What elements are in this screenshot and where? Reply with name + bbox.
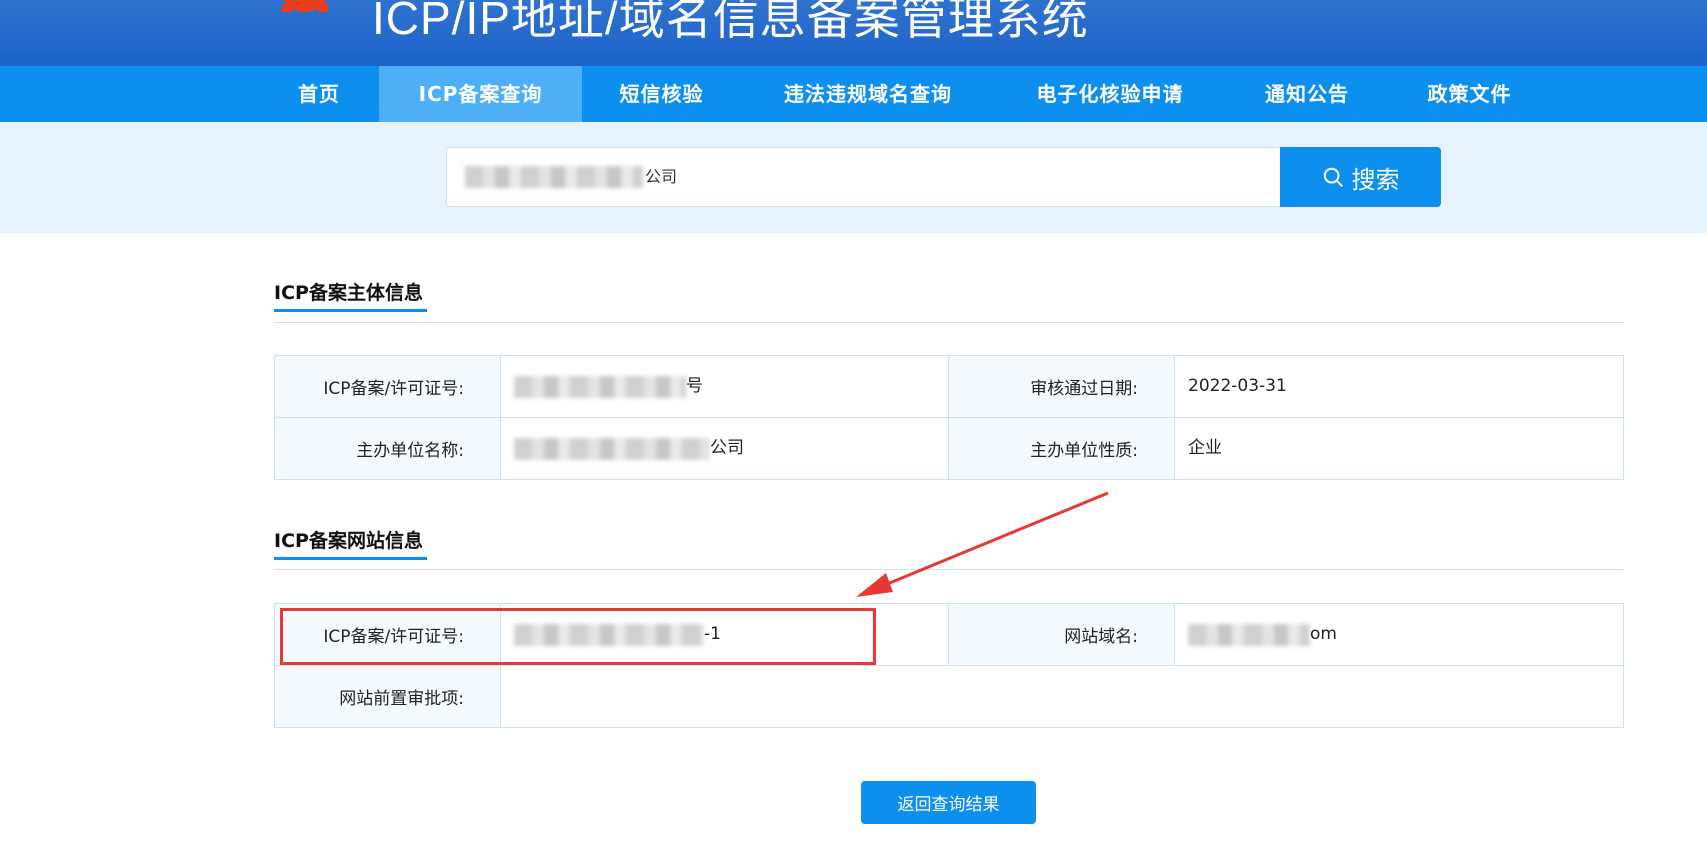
emblem-logo-icon: [282, 0, 328, 12]
site-title: ICP/IP地址/域名信息备案管理系统: [372, 0, 1089, 44]
approval-date-text: 2022-03-31: [1188, 376, 1287, 396]
nav-item-sms-verify[interactable]: 短信核验: [600, 66, 723, 122]
return-to-results-button[interactable]: 返回查询结果: [861, 781, 1036, 824]
nav-item-icp-query[interactable]: ICP备案查询: [379, 66, 582, 122]
search-input[interactable]: 公司: [446, 147, 1280, 207]
value-approval-date: 2022-03-31: [1174, 355, 1624, 418]
value-suffix: -1: [704, 624, 721, 644]
nav-item-notices[interactable]: 通知公告: [1250, 66, 1364, 122]
value-website-icp-license: -1: [500, 603, 949, 666]
search-button-label: 搜索: [1351, 165, 1400, 194]
label-website-icp-license: ICP备案/许可证号:: [274, 603, 501, 666]
value-icp-license: 号: [500, 355, 949, 418]
sponsor-type-text: 企业: [1188, 438, 1222, 458]
website-section-title: ICP备案网站信息: [274, 530, 423, 552]
table-row: 主办单位名称: 公司 主办单位性质: 企业: [274, 417, 1624, 480]
table-row: ICP备案/许可证号: 号 审核通过日期: 2022-03-31: [274, 355, 1624, 418]
subject-section-title: ICP备案主体信息: [274, 282, 423, 304]
search-input-value: 公司: [645, 167, 678, 186]
section-divider: [274, 569, 1624, 570]
value-domain: om: [1174, 603, 1624, 666]
nav-item-home[interactable]: 首页: [277, 66, 361, 122]
search-icon: [1323, 167, 1343, 187]
section-underline: [274, 309, 427, 312]
label-approval-date: 审核通过日期:: [948, 355, 1175, 418]
value-suffix: 号: [686, 376, 703, 396]
section-underline: [274, 557, 427, 560]
value-pre-approval: [500, 665, 1624, 728]
value-sponsor-type: 企业: [1174, 417, 1624, 480]
table-row: 网站前置审批项:: [274, 665, 1624, 728]
value-sponsor-name: 公司: [500, 417, 949, 480]
redacted-text: [465, 166, 643, 188]
nav-item-policy-docs[interactable]: 政策文件: [1412, 66, 1527, 122]
table-row: ICP备案/许可证号: -1 网站域名: om: [274, 603, 1624, 666]
main-nav: 首页 ICP备案查询 短信核验 违法违规域名查询 电子化核验申请 通知公告 政策…: [0, 66, 1707, 122]
label-icp-license: ICP备案/许可证号:: [274, 355, 501, 418]
section-divider: [274, 322, 1624, 323]
label-pre-approval: 网站前置审批项:: [274, 665, 501, 728]
redacted-text: [514, 624, 704, 646]
value-suffix: 公司: [710, 438, 744, 458]
search-field[interactable]: 公司: [446, 147, 1280, 207]
redacted-text: [514, 438, 710, 460]
redacted-text: [514, 376, 686, 398]
website-info-table: ICP备案/许可证号: -1 网站域名: om 网站前置审批项:: [274, 603, 1624, 728]
redacted-text: [1188, 624, 1310, 646]
label-sponsor-name: 主办单位名称:: [274, 417, 501, 480]
value-suffix: om: [1310, 624, 1337, 644]
label-domain: 网站域名:: [948, 603, 1175, 666]
label-sponsor-type: 主办单位性质:: [948, 417, 1175, 480]
nav-item-illegal-domain-query[interactable]: 违法违规域名查询: [763, 66, 973, 122]
search-button[interactable]: 搜索: [1280, 147, 1441, 207]
nav-item-e-verify-apply[interactable]: 电子化核验申请: [1017, 66, 1203, 122]
header-banner: ICP/IP地址/域名信息备案管理系统: [0, 0, 1707, 66]
subject-info-table: ICP备案/许可证号: 号 审核通过日期: 2022-03-31 主办单位名称:…: [274, 355, 1624, 480]
